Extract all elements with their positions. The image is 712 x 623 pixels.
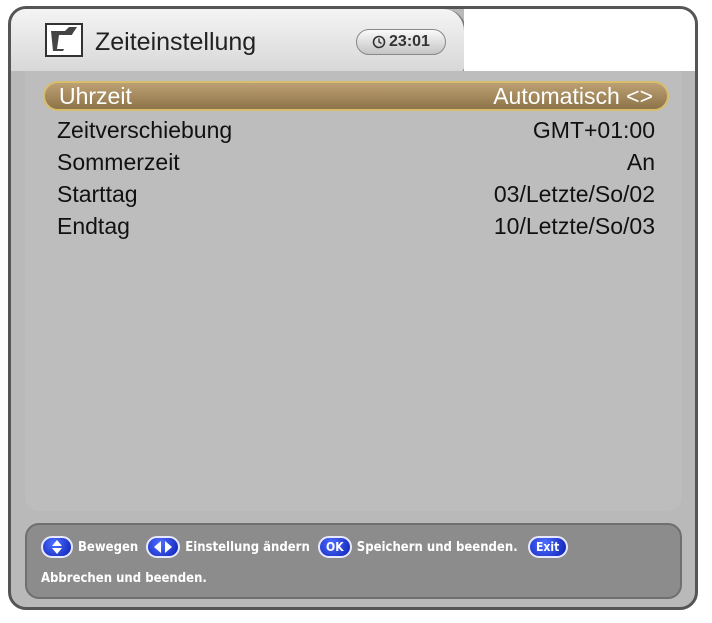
osd-window: Zeiteinstellung 23:01 Uhrzeit Automatisc… [8,6,698,610]
setting-label: Endtag [57,212,130,239]
setting-value: 10/Letzte/So/03 [493,212,655,239]
setting-label: Sommerzeit [57,148,180,175]
setting-label: Starttag [57,180,138,207]
ok-button-icon: OK [317,536,352,558]
settings-panel: Uhrzeit Automatisch <> Zeitverschiebung … [25,71,682,511]
page-title: Zeiteinstellung [95,28,257,56]
help-change-setting: Einstellung ändern [185,539,310,555]
clock-badge: 23:01 [356,29,446,55]
setting-value: An [626,148,655,175]
updown-button-icon [41,536,73,558]
help-move: Bewegen [78,539,139,555]
setting-row-sommerzeit[interactable]: Sommerzeit An [43,147,669,177]
setting-row-starttag[interactable]: Starttag 03/Letzte/So/02 [43,179,669,209]
setting-value: Automatisch <> [493,82,653,109]
setting-value: 03/Letzte/So/02 [493,180,655,207]
leftright-button-icon [146,536,181,558]
help-save-exit: Speichern und beenden. [356,539,518,555]
help-cancel-exit: Abbrechen und beenden. [41,571,207,586]
setting-row-uhrzeit[interactable]: Uhrzeit Automatisch <> [43,81,669,111]
setting-row-endtag[interactable]: Endtag 10/Letzte/So/03 [43,211,669,241]
clock-icon [372,35,386,49]
setting-row-zeitverschiebung[interactable]: Zeitverschiebung GMT+01:00 [43,115,669,145]
tv-logo-icon [45,23,83,57]
help-bar: Bewegen Einstellung ändern OK Speichern … [25,523,682,599]
setting-value: GMT+01:00 [532,116,655,143]
title-tab: Zeiteinstellung 23:01 [11,9,466,71]
clock-time: 23:01 [389,33,430,50]
setting-label: Zeitverschiebung [57,116,233,143]
setting-label: Uhrzeit [59,82,132,109]
exit-button-icon: Exit [527,536,568,558]
